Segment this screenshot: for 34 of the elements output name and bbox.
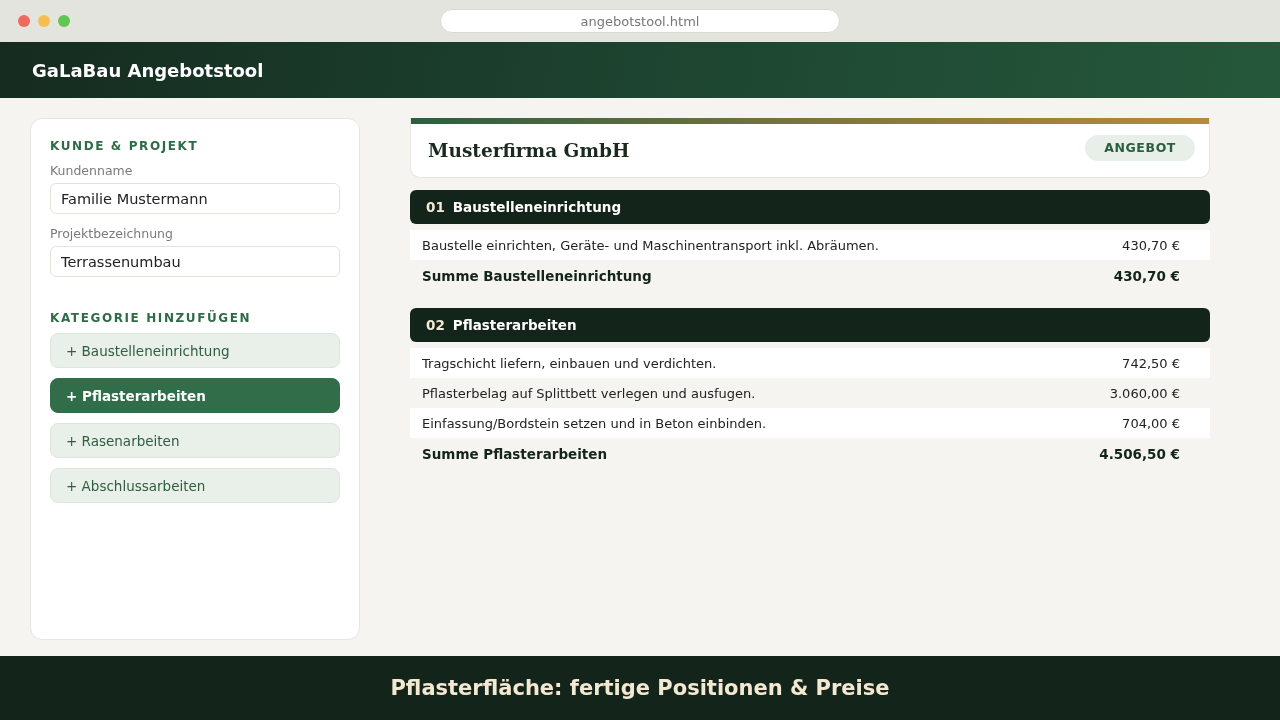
field-label: Kundenname [50,163,133,178]
item-description: Pflasterbelag auf Splittbett verlegen und ausfugen. [422,385,756,401]
offer-badge: ANGEBOT [1085,134,1195,161]
window-maximize-icon[interactable] [58,15,70,27]
item-description: Einfassung/Bordstein setzen und in Beton einbinden. [422,415,767,431]
total-label: Summe Pflasterarbeiten [422,446,608,462]
input-field[interactable]: Terrassenumbau [50,246,340,277]
company-name: Musterfirma GmbH [428,140,630,161]
item-description: Baustelle einrichten, Geräte- und Maschinentransport inkl. Abräumen. [422,237,879,253]
input-field[interactable]: Familie Mustermann [50,183,340,214]
section-number: 01 [426,199,445,215]
field-label: Projektbezeichnung [50,226,173,241]
add-category-button[interactable]: + Pflasterarbeiten [50,378,340,413]
item-price: 430,70 € [1122,237,1180,253]
address-bar[interactable]: angebotstool.html [440,9,840,33]
section-heading: KATEGORIE HINZUFÜGEN [50,311,252,325]
item-description: Tragschicht liefern, einbauen und verdichten. [422,355,717,371]
section-title: Baustelleneinrichtung [452,199,622,215]
section-heading: KUNDE & PROJEKT [50,139,199,153]
add-category-button[interactable]: + Rasenarbeiten [50,423,340,458]
window-minimize-icon[interactable] [38,15,50,27]
caption-text: Pflasterfläche: fertige Positionen & Preise [390,676,890,700]
total-label: Summe Baustelleneinrichtung [422,268,652,284]
section-title: Pflasterarbeiten [452,317,577,333]
total-amount: 4.506,50 € [1099,446,1180,462]
add-category-button[interactable]: + Abschlussarbeiten [50,468,340,503]
add-category-button[interactable]: + Baustelleneinrichtung [50,333,340,368]
item-price: 742,50 € [1122,355,1180,371]
window-close-icon[interactable] [18,15,30,27]
app-title: GaLaBau Angebotstool [32,59,264,81]
total-amount: 430,70 € [1113,268,1180,284]
item-price: 704,00 € [1122,415,1180,431]
item-price: 3.060,00 € [1109,385,1180,401]
section-number: 02 [426,317,445,333]
